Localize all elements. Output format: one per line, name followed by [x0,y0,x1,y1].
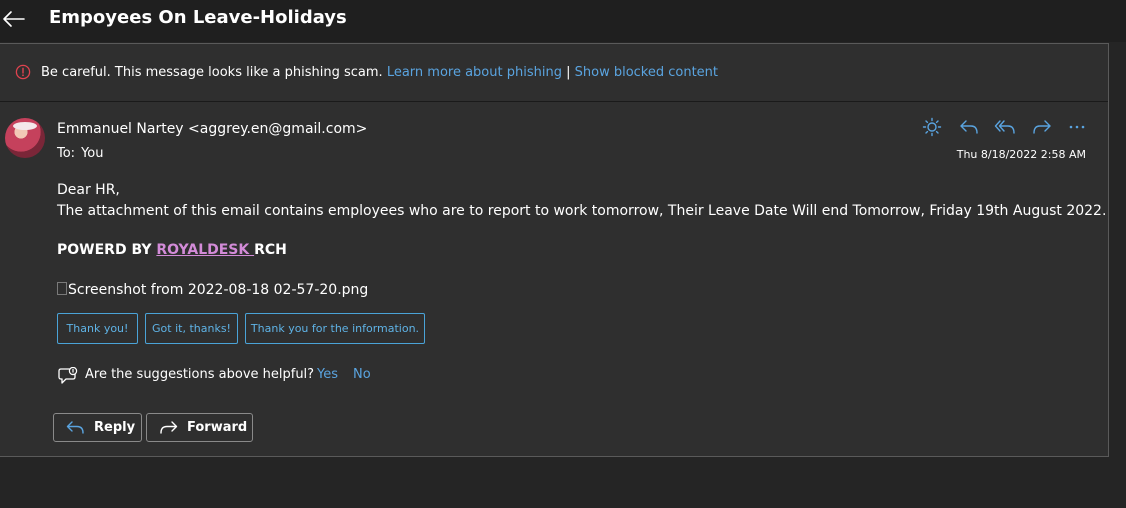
feedback-icon [58,367,78,384]
powered-suffix: RCH [254,242,287,258]
reply-all-icon[interactable] [994,117,1016,137]
reply-arrow-icon [66,421,84,434]
back-arrow-icon[interactable] [0,5,30,33]
sender-avatar[interactable] [5,118,45,158]
reply-icon[interactable] [958,117,980,137]
feedback-question: Are the suggestions above helpful? [85,367,315,382]
powered-prefix: POWERD BY [57,242,157,258]
learn-more-link[interactable]: Learn more about phishing [387,65,562,80]
feedback-yes-link[interactable]: Yes [317,367,338,382]
image-alt-text: Screenshot from 2022-08-18 02-57-20.png [68,282,369,298]
title-bar: Empoyees On Leave-Holidays [0,0,1126,42]
email-subject: Empoyees On Leave-Holidays [49,7,347,28]
suggested-reply-thanks-info[interactable]: Thank you for the information. [245,313,425,344]
reply-button[interactable]: Reply [53,413,142,442]
message-date: Thu 8/18/2022 2:58 AM [956,148,1086,161]
body-paragraph: The attachment of this email contains em… [57,203,1107,219]
show-blocked-content-link[interactable]: Show blocked content [575,65,718,80]
suggested-reply-got-it[interactable]: Got it, thanks! [145,313,238,344]
forward-button-label: Forward [187,420,248,435]
suggested-reply-thank-you[interactable]: Thank you! [57,313,138,344]
warning-message: Be careful. This message looks like a ph… [41,65,383,80]
sun-icon[interactable] [921,117,943,137]
sender-name[interactable]: Emmanuel Nartey <aggrey.en@gmail.com> [57,121,367,137]
link-separator: | [566,65,571,80]
body-greeting: Dear HR, [57,182,120,198]
recipient-line: To: You [57,146,104,161]
broken-image-icon [57,282,67,295]
forward-icon[interactable] [1031,117,1053,137]
forward-arrow-icon [160,421,178,434]
forward-button[interactable]: Forward [146,413,253,442]
more-options-icon[interactable] [1066,117,1088,137]
phishing-warning-text: Be careful. This message looks like a ph… [41,65,718,80]
royaldesk-link[interactable]: ROYALDESK [156,242,254,258]
phishing-warning-bar: Be careful. This message looks like a ph… [0,44,1108,102]
inline-image-placeholder[interactable]: Screenshot from 2022-08-18 02-57-20.png [57,282,368,298]
warning-circle-icon [15,64,31,80]
message-pane: Be careful. This message looks like a ph… [0,43,1109,457]
powered-by-line: POWERD BY ROYALDESK RCH [57,242,287,258]
to-label: To: [57,146,76,161]
feedback-no-link[interactable]: No [353,367,371,382]
recipient-name[interactable]: You [81,146,103,161]
reply-button-label: Reply [94,420,136,435]
